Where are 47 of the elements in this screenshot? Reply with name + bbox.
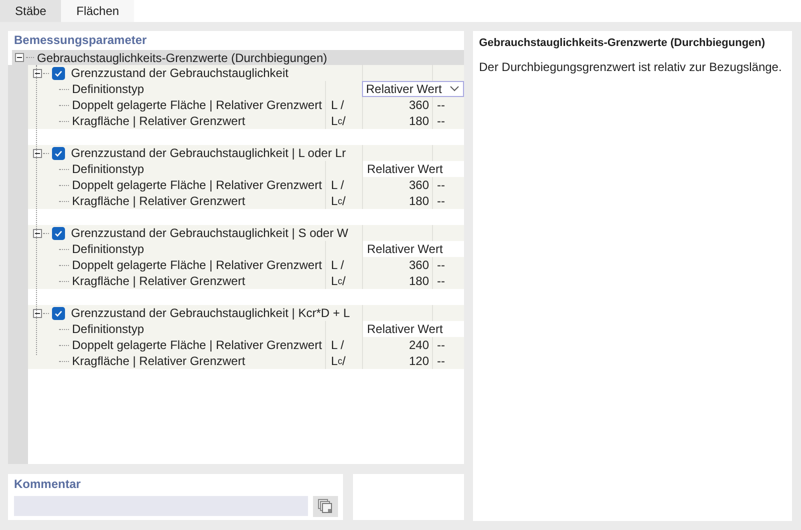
section-title: Kommentar — [14, 477, 82, 493]
tab[interactable]: Flächen — [61, 0, 134, 22]
value-field[interactable]: Relativer Wert — [362, 241, 464, 257]
info-title: Gebrauchstauglichkeits-Grenzwerte (Durchbiegungen) — [479, 37, 766, 49]
dropdown[interactable]: Relativer Wert — [362, 81, 464, 97]
property-label: Kragfläche | Relativer Grenzwert — [72, 114, 246, 128]
tree-label: Grenzzustand der Gebrauchstauglichkeit | S oder W — [71, 226, 348, 240]
property-label: Definitionstyp — [72, 322, 144, 336]
collapse-icon[interactable] — [33, 308, 42, 318]
checkbox[interactable] — [52, 146, 65, 160]
property-label: Kragfläche | Relativer Grenzwert — [72, 354, 246, 368]
copy-button[interactable] — [313, 496, 338, 517]
tree-label: Grenzzustand der Gebrauchstauglichkeit | L oder Lr — [71, 146, 346, 160]
tree-label: Grenzzustand der Gebrauchstauglichkeit | Kcr*D + L — [71, 306, 350, 320]
comment-field[interactable] — [14, 496, 308, 516]
property-label: Definitionstyp — [72, 242, 144, 256]
info-text: Der Durchbiegungsgrenzwert ist relativ zur Bezugslänge. — [479, 60, 783, 74]
checkbox[interactable] — [52, 306, 65, 320]
tree-label: Gebrauchstauglichkeits-Grenzwerte (Durchbiegungen) — [37, 50, 328, 64]
value-cell: 180 — [362, 193, 432, 209]
unit-cell: -- — [432, 353, 464, 369]
value-cell: 180 — [362, 273, 432, 289]
unit-cell: -- — [432, 273, 464, 289]
value-field[interactable]: Relativer Wert — [362, 161, 464, 177]
value-field[interactable]: Relativer Wert — [362, 321, 464, 337]
property-label: Kragfläche | Relativer Grenzwert — [72, 194, 246, 208]
chevron-down-icon — [450, 86, 459, 92]
unit-cell: -- — [432, 193, 464, 209]
collapse-icon[interactable] — [33, 68, 42, 78]
checkbox[interactable] — [52, 226, 65, 240]
collapse-icon[interactable] — [15, 53, 24, 62]
property-label: Doppelt gelagerte Fläche | Relativer Grenzwert — [72, 338, 322, 352]
collapse-icon[interactable] — [33, 148, 42, 158]
value-cell: 180 — [362, 113, 432, 129]
property-label: Doppelt gelagerte Fläche | Relativer Grenzwert — [72, 258, 322, 272]
property-label: Doppelt gelagerte Fläche | Relativer Grenzwert — [72, 98, 322, 112]
property-label: Definitionstyp — [72, 162, 144, 176]
property-label: Doppelt gelagerte Fläche | Relativer Grenzwert — [72, 178, 322, 192]
checkbox[interactable] — [52, 66, 65, 80]
property-label: Definitionstyp — [72, 82, 144, 96]
property-label: Kragfläche | Relativer Grenzwert — [72, 274, 246, 288]
unit-cell: -- — [432, 113, 464, 129]
value-cell: 120 — [362, 353, 432, 369]
tab[interactable]: Stäbe — [0, 0, 62, 22]
panel-title: Bemessungsparameter — [13, 32, 148, 49]
collapse-icon[interactable] — [33, 228, 42, 238]
tree-label: Grenzzustand der Gebrauchstauglichkeit — [71, 66, 288, 80]
